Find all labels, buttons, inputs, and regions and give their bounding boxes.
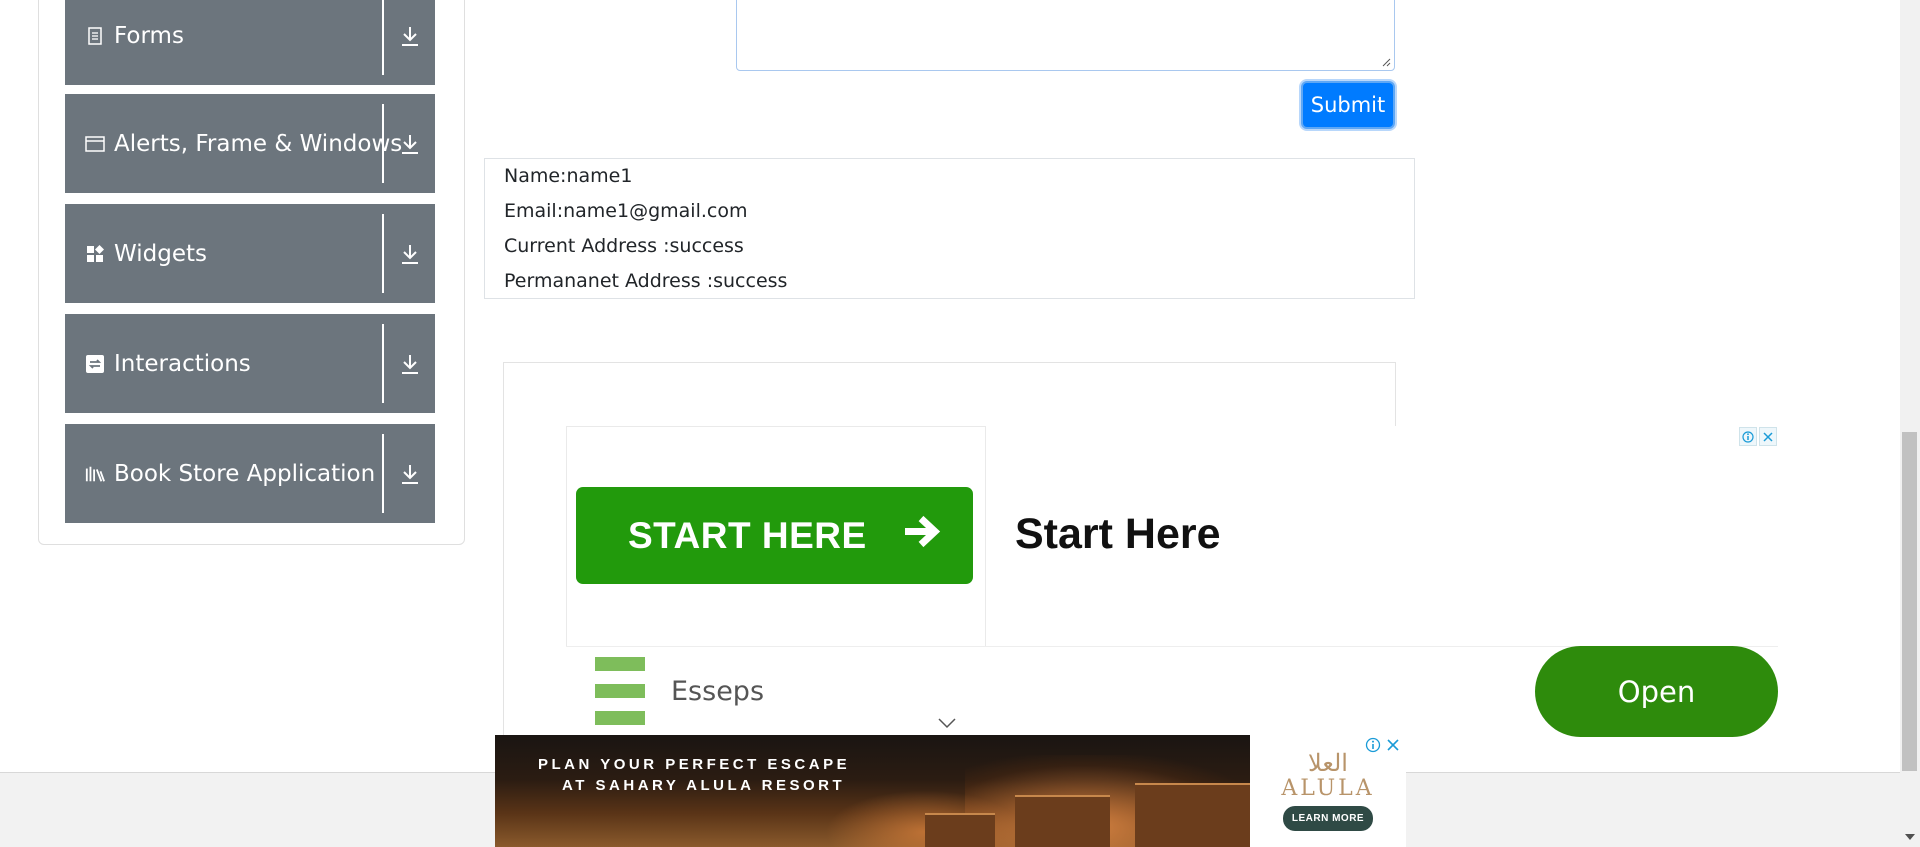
form-icon (85, 26, 105, 46)
output-email: Email:name1@gmail.com (504, 200, 748, 222)
output-current-address: Current Address :success (504, 235, 744, 257)
output-permanent-address: Permananet Address :success (504, 270, 788, 292)
divider (382, 214, 384, 293)
ad-cta-label: START HERE (628, 514, 867, 556)
ad-info-icon[interactable] (1365, 737, 1381, 753)
sidebar-group-bookstore[interactable]: Book Store Application (65, 424, 435, 523)
sidebar-group-interactions[interactable]: Interactions (65, 314, 435, 413)
widgets-icon (85, 244, 105, 264)
permanent-address-textarea[interactable] (736, 0, 1395, 71)
download-icon[interactable] (395, 21, 425, 51)
download-icon[interactable] (395, 459, 425, 489)
alula-logo-arabic: العلا (1308, 749, 1348, 777)
banner-line-2: AT SAHARY ALULA RESORT (562, 777, 846, 794)
sidebar-group-label: Widgets (114, 240, 207, 267)
sidebar-group-forms[interactable]: Forms (65, 0, 435, 85)
divider (382, 434, 384, 513)
arrow-right-icon (903, 514, 943, 557)
ad-info-icon[interactable] (1739, 427, 1757, 446)
ad-headline[interactable]: Start Here (1015, 510, 1221, 559)
chevron-down-icon[interactable] (936, 716, 958, 730)
learn-more-button[interactable]: LEARN MORE (1283, 806, 1373, 831)
scroll-down-arrow-icon[interactable] (1903, 831, 1917, 843)
download-icon[interactable] (395, 239, 425, 269)
banner-line-1: PLAN YOUR PERFECT ESCAPE (538, 756, 851, 773)
ad-close-icon[interactable] (1385, 737, 1401, 753)
resize-grip-icon[interactable] (1381, 57, 1391, 67)
sidebar-group-label: Book Store Application (114, 460, 376, 487)
divider (382, 324, 384, 403)
ad-start-here-button[interactable]: START HERE (576, 487, 973, 584)
interactions-icon (85, 354, 105, 374)
sidebar-group-label: Interactions (114, 350, 251, 377)
banner-headline: PLAN YOUR PERFECT ESCAPE AT SAHARY ALULA… (538, 754, 850, 796)
sidebar-group-alerts[interactable]: Alerts, Frame & Windows (65, 94, 435, 193)
ad-open-button[interactable]: Open (1535, 646, 1778, 737)
books-icon (85, 464, 105, 484)
output-panel: Name:name1 Email:name1@gmail.com Current… (484, 158, 1415, 299)
ad-brand-name[interactable]: Esseps (671, 676, 764, 707)
download-icon[interactable] (395, 129, 425, 159)
alula-logo: العلا ALULA (1268, 750, 1388, 801)
ad-close-icon[interactable] (1759, 427, 1777, 446)
scrollbar-thumb[interactable] (1902, 432, 1917, 771)
submit-button[interactable]: Submit (1301, 81, 1395, 129)
sidebar-group-widgets[interactable]: Widgets (65, 204, 435, 303)
banner-ad-choices[interactable] (1365, 737, 1405, 753)
divider (382, 0, 384, 75)
alula-logo-latin: ALULA (1281, 776, 1375, 801)
ad-brand-logo (595, 657, 645, 727)
sidebar-group-label: Alerts, Frame & Windows (114, 130, 403, 157)
window-icon (85, 134, 105, 154)
sidebar-group-label: Forms (114, 22, 184, 49)
ad-choices[interactable] (1739, 427, 1777, 446)
divider (382, 104, 384, 183)
download-icon[interactable] (395, 349, 425, 379)
output-name: Name:name1 (504, 165, 633, 187)
